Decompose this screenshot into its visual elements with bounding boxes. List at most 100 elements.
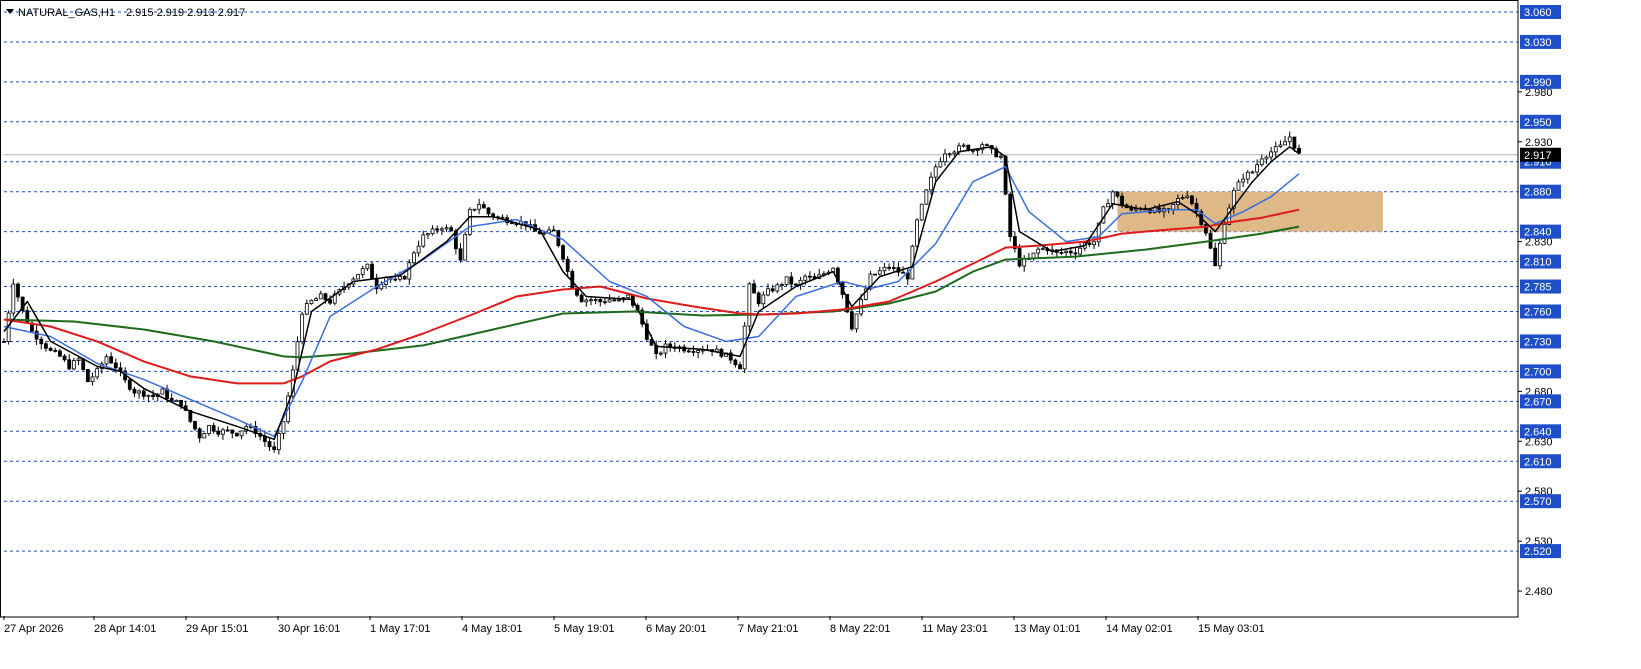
candle-body: [430, 228, 435, 235]
candle-body: [309, 300, 314, 304]
level-price-label: 2.700: [1524, 366, 1552, 378]
candle-body: [34, 330, 39, 340]
candle-body: [1250, 171, 1255, 174]
candle-body: [39, 338, 44, 345]
level-price-label: 2.640: [1524, 426, 1552, 438]
candle-body: [90, 376, 95, 383]
time-tick-label: 15 May 03:01: [1198, 623, 1265, 635]
candle-body: [67, 359, 72, 370]
candle-body: [300, 313, 305, 343]
candle-body: [1278, 144, 1283, 148]
ohlc-values: 2.915 2.919 2.913 2.917: [126, 7, 245, 19]
candle-body: [1190, 195, 1194, 204]
candle-body: [58, 350, 62, 357]
candle-body: [933, 166, 938, 178]
candle-body: [766, 288, 770, 296]
ma-fast-line: [3, 146, 1300, 441]
candle-body: [1008, 193, 1013, 237]
candle-body: [975, 149, 980, 152]
candle-body: [603, 301, 607, 304]
candle-body: [780, 284, 784, 286]
candle-body: [565, 258, 570, 272]
candle-body: [370, 263, 374, 279]
candle-body: [929, 176, 933, 191]
candle-body: [365, 263, 370, 270]
price-tick-label: 2.930: [1525, 137, 1553, 149]
chart-window: 2.980 2.930 2.830 2.680 2.630 2.580 2.530 2.480…: [0, 0, 1641, 669]
candle-body: [617, 299, 621, 302]
candles: [2, 131, 1301, 455]
candle-body: [239, 430, 244, 437]
candle-body: [1213, 247, 1218, 267]
candle-body: [1241, 178, 1246, 183]
candle-body: [584, 299, 589, 303]
candle-body: [472, 208, 477, 211]
candle-body: [197, 428, 202, 439]
candle-body: [561, 245, 565, 260]
candle-body: [1129, 207, 1134, 211]
candle-body: [803, 275, 808, 281]
candle-body: [1217, 242, 1222, 267]
candle-body: [784, 276, 789, 285]
candle-body: [1092, 241, 1096, 245]
candle-body: [458, 248, 463, 261]
candle-body: [738, 364, 742, 370]
candle-body: [439, 228, 444, 231]
candle-body: [62, 355, 67, 361]
candle-body: [658, 352, 663, 355]
candle-body: [169, 398, 174, 401]
candle-body: [151, 394, 155, 398]
time-tick-label: 27 Apr 2026: [4, 623, 63, 635]
candle-body: [589, 299, 593, 302]
time-tick-label: 30 Apr 16:01: [278, 623, 340, 635]
time-tick-label: 8 May 22:01: [830, 623, 891, 635]
candle-body: [202, 433, 207, 439]
candle-body: [1073, 252, 1078, 255]
level-price-label: 2.810: [1524, 257, 1552, 269]
candle-body: [915, 219, 919, 247]
level-price-label: 2.880: [1524, 187, 1552, 199]
candle-body: [449, 227, 454, 232]
zone-rectangle[interactable]: [1117, 191, 1383, 232]
price-chart[interactable]: 2.9802.9302.8302.6802.6302.5802.5302.480…: [0, 0, 1641, 669]
candle-body: [938, 161, 943, 168]
price-axis[interactable]: 2.9802.9302.8302.6802.6302.5802.5302.480…: [1518, 4, 1561, 598]
candle-body: [435, 228, 440, 231]
candle-body: [756, 292, 761, 305]
candle-body: [761, 294, 766, 305]
time-axis[interactable]: 27 Apr 2026 28 Apr 14:01 29 Apr 15:01 30 Ap…: [3, 616, 1265, 635]
time-tick-label: 29 Apr 15:01: [186, 623, 248, 635]
candle-body: [318, 293, 323, 300]
symbol-header: NATURAL_GAS,H1 2.915 2.919 2.913 2.917: [6, 7, 245, 19]
level-price-label: 3.030: [1524, 37, 1552, 49]
level-price-label: 2.610: [1524, 456, 1552, 468]
candle-body: [808, 275, 812, 278]
candle-body: [1236, 181, 1241, 191]
candle-body: [416, 245, 421, 254]
time-tick-label: 7 May 21:01: [738, 623, 799, 635]
horizontal-levels: [4, 11, 1518, 552]
candle-body: [1115, 191, 1120, 197]
time-tick-label: 13 May 01:01: [1014, 623, 1081, 635]
candle-body: [360, 268, 365, 275]
candle-body: [1283, 141, 1287, 146]
current-price-label: 2.917: [1524, 150, 1552, 162]
candle-body: [356, 274, 360, 280]
candle-body: [924, 189, 929, 205]
candle-body: [76, 358, 81, 362]
candle-body: [48, 347, 53, 351]
candle-body: [272, 446, 277, 450]
candle-body: [113, 362, 118, 369]
candle-body: [16, 283, 20, 298]
candle-body: [542, 232, 547, 235]
candle-body: [174, 399, 179, 402]
candle-body: [1040, 248, 1045, 251]
candle-body: [53, 350, 58, 352]
candle-body: [882, 266, 887, 272]
candle-body: [304, 303, 309, 315]
candle-body: [81, 358, 86, 370]
candle-body: [1264, 156, 1269, 160]
candle-body: [207, 425, 211, 434]
candle-body: [999, 155, 1003, 158]
candle-body: [444, 227, 449, 230]
